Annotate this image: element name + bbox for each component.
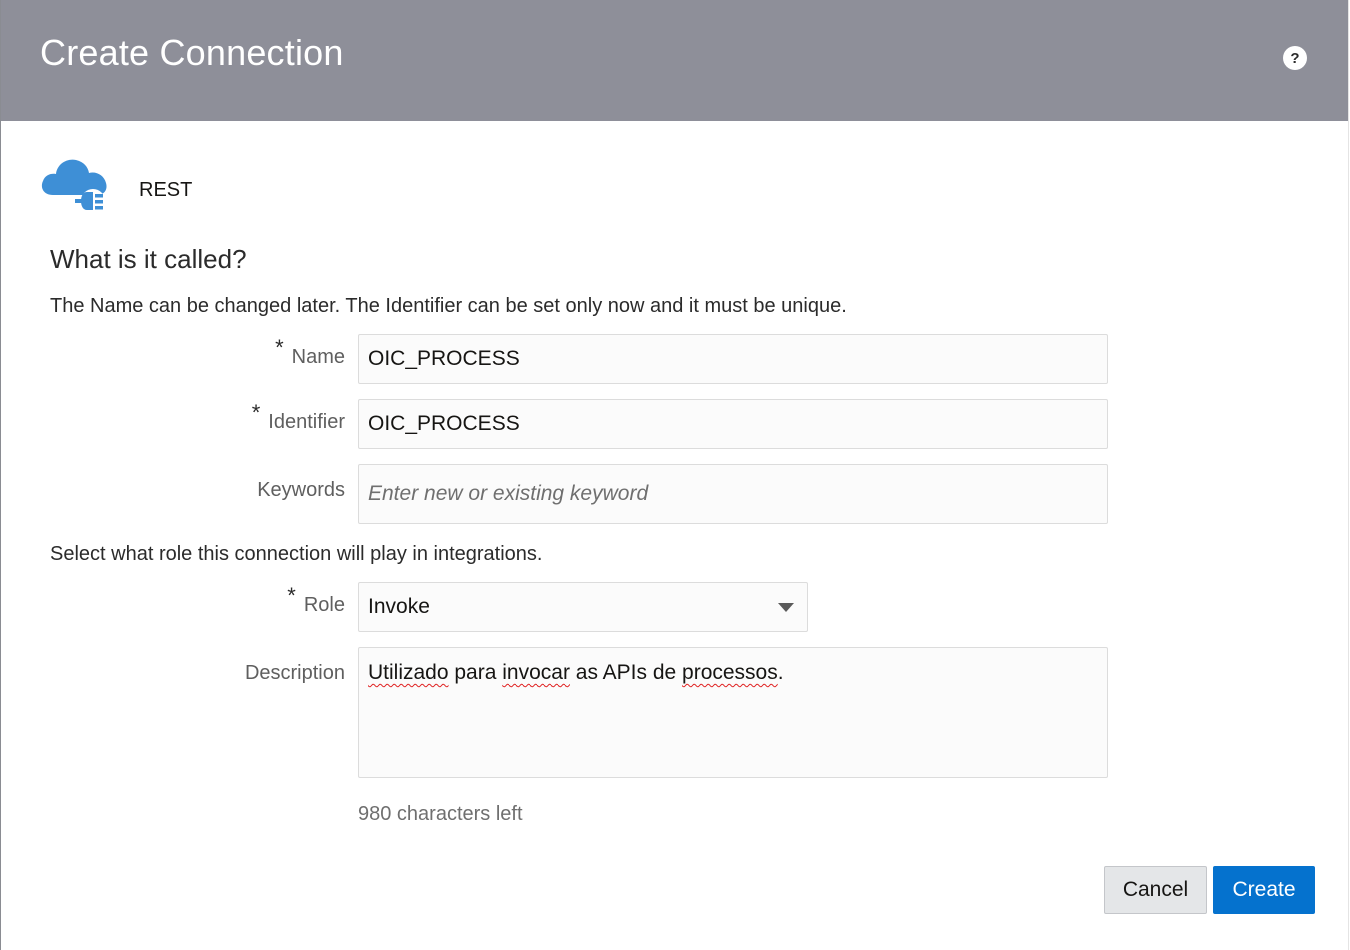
- keywords-label: Keywords: [257, 479, 345, 501]
- description-text: as APIs de: [569, 661, 683, 684]
- role-select[interactable]: Invoke: [358, 582, 808, 632]
- keywords-placeholder: Enter new or existing keyword: [368, 482, 649, 505]
- misspelled-word: processos: [682, 661, 778, 684]
- cancel-button[interactable]: Cancel: [1104, 866, 1207, 914]
- characters-left-counter: 980 characters left: [358, 803, 523, 825]
- role-helper-text: Select what role this connection will pl…: [50, 543, 543, 565]
- section-title: What is it called?: [50, 244, 247, 274]
- description-text: para: [448, 661, 503, 684]
- required-marker: *: [251, 400, 261, 425]
- section-helper-text: The Name can be changed later. The Ident…: [50, 295, 847, 317]
- identifier-input-value: OIC_PROCESS: [368, 412, 520, 435]
- description-textarea[interactable]: Utilizado para invocar as APIs de proces…: [358, 647, 1108, 778]
- description-label: Description: [244, 662, 345, 684]
- identifier-label: * Identifier: [251, 400, 345, 433]
- name-input-value: OIC_PROCESS: [368, 347, 520, 370]
- adapter-name: REST: [139, 179, 193, 201]
- required-marker: *: [287, 583, 296, 608]
- create-button[interactable]: Create: [1213, 866, 1315, 914]
- role-select-value: Invoke: [368, 595, 430, 618]
- create-connection-dialog: Create Connection ? REST What is it call…: [0, 0, 1349, 950]
- misspelled-word: Utilizado: [368, 661, 449, 684]
- help-icon[interactable]: ?: [1283, 46, 1307, 70]
- dialog-header: Create Connection ?: [1, 0, 1348, 121]
- name-input[interactable]: OIC_PROCESS: [358, 334, 1108, 384]
- required-marker: *: [275, 335, 284, 360]
- keywords-input[interactable]: Enter new or existing keyword: [358, 464, 1108, 524]
- identifier-input[interactable]: OIC_PROCESS: [358, 399, 1108, 449]
- dialog-title: Create Connection: [40, 32, 344, 73]
- role-label: * Role: [287, 583, 345, 616]
- name-label: * Name: [275, 335, 345, 368]
- chevron-down-icon[interactable]: [778, 603, 794, 612]
- description-text: .: [777, 661, 784, 684]
- misspelled-word: invocar: [502, 661, 570, 684]
- cloud-plug-icon: [41, 159, 107, 213]
